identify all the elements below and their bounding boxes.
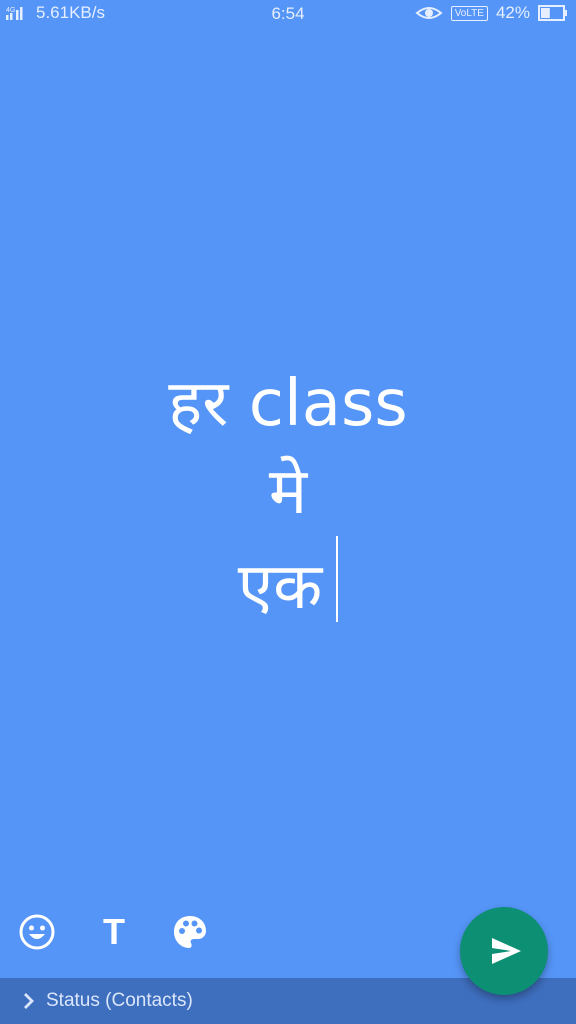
status-canvas[interactable]: हर class मे एक	[0, 30, 576, 890]
status-text-input[interactable]: हर class मे एक	[0, 360, 576, 631]
status-text-line-3: एक	[0, 536, 576, 631]
palette-icon	[174, 916, 206, 948]
send-icon	[492, 938, 521, 964]
status-text-line-1: हर class	[168, 367, 408, 441]
battery-icon	[538, 5, 567, 21]
eye-icon	[415, 7, 443, 19]
battery-percent: 42%	[495, 3, 530, 22]
font-style-button[interactable]: T	[92, 908, 136, 956]
chevron-right-icon	[24, 993, 34, 1009]
text-cursor	[336, 536, 339, 622]
send-button[interactable]	[460, 907, 548, 995]
smiley-icon	[19, 914, 55, 950]
volte-badge: VoLTE	[450, 5, 488, 21]
status-text-line-2: मे	[268, 455, 308, 529]
background-color-button[interactable]	[168, 908, 212, 956]
status-text-line-3-text: एक	[237, 550, 323, 624]
status-privacy-label: Status (Contacts)	[46, 990, 193, 1011]
status-bar: 4G 5.61KB/s 6:54 VoLTE 42%	[0, 0, 576, 30]
status-bar-right: VoLTE 42%	[415, 3, 568, 23]
text-style-icon: T	[103, 911, 125, 952]
emoji-button[interactable]	[15, 908, 59, 956]
